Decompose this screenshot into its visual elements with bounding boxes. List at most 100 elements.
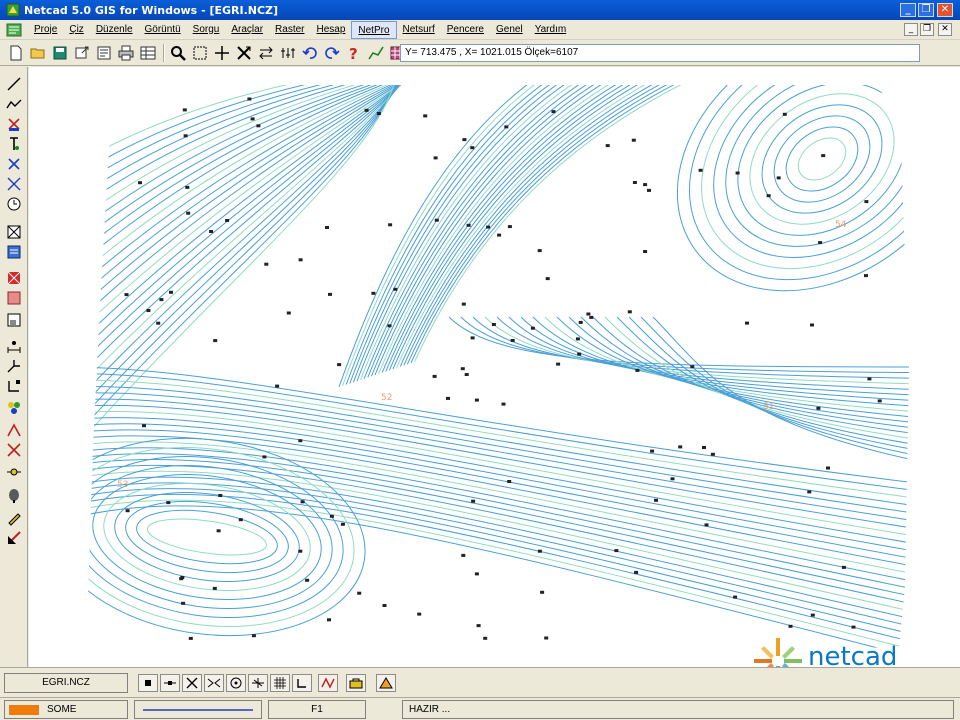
- redo-button[interactable]: [322, 43, 342, 63]
- print-button[interactable]: [116, 43, 136, 63]
- node-tool[interactable]: [5, 463, 23, 481]
- snap-center-button[interactable]: [226, 674, 246, 692]
- mdi-restore-button[interactable]: ❐: [920, 23, 934, 36]
- drawing-tab[interactable]: EGRI.NCZ: [4, 673, 128, 693]
- group-tool[interactable]: [5, 399, 23, 417]
- contour-line: [87, 423, 909, 558]
- polyline-button[interactable]: [366, 43, 386, 63]
- close-button[interactable]: ✕: [937, 3, 953, 17]
- menu-sorgu[interactable]: Sorgu: [187, 21, 226, 39]
- contour-line: [472, 316, 909, 380]
- survey-point: [256, 124, 261, 128]
- corner-tool[interactable]: [5, 377, 23, 395]
- menu-yardim[interactable]: Yardım: [529, 21, 573, 39]
- hill-contour: [701, 85, 909, 270]
- pan-button[interactable]: [212, 43, 232, 63]
- toolbar-separator: [163, 43, 165, 62]
- active-layer-cell[interactable]: SOME: [4, 700, 128, 719]
- dimension-tool[interactable]: [5, 337, 23, 355]
- zoom-window-button[interactable]: [190, 43, 210, 63]
- snap-perpendicular-button[interactable]: [204, 674, 224, 692]
- layer-tool[interactable]: [5, 243, 23, 261]
- survey-point: [434, 218, 439, 222]
- pan-cross-icon: [215, 45, 229, 60]
- clock-tool[interactable]: [5, 195, 23, 213]
- survey-point: [474, 398, 479, 402]
- new-file-button[interactable]: [6, 43, 26, 63]
- ortho-toggle-button[interactable]: [292, 674, 312, 692]
- menu-proje[interactable]: Proje: [28, 21, 63, 39]
- attribute-button[interactable]: [278, 43, 298, 63]
- contour-line: [628, 316, 909, 458]
- insert-tool[interactable]: [5, 529, 23, 547]
- area-tool[interactable]: [5, 289, 23, 307]
- menu-goruntu[interactable]: Görüntü: [139, 21, 187, 39]
- delete-box-tool[interactable]: [5, 223, 23, 241]
- menu-araclar[interactable]: Araçlar: [225, 21, 269, 39]
- fill-tool[interactable]: [5, 269, 23, 287]
- print-preview-button[interactable]: [94, 43, 114, 63]
- snap-nearest-button[interactable]: [248, 674, 268, 692]
- symbol-tool[interactable]: [5, 155, 23, 173]
- arrow-tool[interactable]: [5, 175, 23, 193]
- survey-point: [423, 114, 428, 118]
- menu-genel[interactable]: Genel: [490, 21, 529, 39]
- polyline-tool[interactable]: [5, 95, 23, 113]
- menu-duzenle[interactable]: Düzenle: [90, 21, 139, 39]
- survey-point: [371, 291, 376, 295]
- contour-map[interactable]: 54 52 51 53: [29, 67, 960, 667]
- menu-pencere[interactable]: Pencere: [441, 21, 490, 39]
- svg-text:?: ?: [349, 45, 358, 61]
- trace-button[interactable]: [318, 674, 338, 692]
- line-tool[interactable]: [5, 75, 23, 93]
- offset-tool[interactable]: [5, 357, 23, 375]
- layer-icon: [7, 245, 21, 259]
- export-button[interactable]: [72, 43, 92, 63]
- help-button[interactable]: ?: [344, 43, 364, 63]
- save-file-button[interactable]: [50, 43, 70, 63]
- function-key-cell[interactable]: F1: [268, 700, 366, 719]
- hill-contour: [713, 85, 909, 258]
- survey-point: [877, 399, 882, 403]
- menu-raster[interactable]: Raster: [269, 21, 310, 39]
- minimize-button[interactable]: _: [900, 3, 916, 17]
- survey-point: [710, 452, 715, 456]
- contour-line: [370, 85, 665, 377]
- table-button[interactable]: [138, 43, 158, 63]
- intersect-tool[interactable]: [5, 441, 23, 459]
- frame-tool[interactable]: [5, 311, 23, 329]
- point-tool[interactable]: [5, 115, 23, 133]
- pen-tool[interactable]: [5, 509, 23, 527]
- menu-hesap[interactable]: Hesap: [310, 21, 351, 39]
- zoom-button[interactable]: [168, 43, 188, 63]
- snap-intersection-button[interactable]: [182, 674, 202, 692]
- measure-button[interactable]: [256, 43, 276, 63]
- hill-contour: [797, 137, 847, 181]
- layer-lock-button[interactable]: [346, 674, 366, 692]
- menu-netsurf[interactable]: Netsurf: [397, 21, 441, 39]
- tree-tool[interactable]: [5, 487, 23, 505]
- snap-end-button[interactable]: [138, 674, 158, 692]
- menu-netpro[interactable]: NetPro: [351, 20, 397, 39]
- document-icon[interactable]: [6, 23, 22, 37]
- snap-tool-button[interactable]: [234, 43, 254, 63]
- open-file-button[interactable]: [28, 43, 48, 63]
- alert-button[interactable]: [376, 674, 396, 692]
- lock-layer-icon: [349, 678, 363, 689]
- restore-button[interactable]: ❐: [918, 3, 934, 17]
- mdi-minimize-button[interactable]: _: [904, 23, 918, 36]
- map-canvas[interactable]: 54 52 51 53: [29, 67, 960, 667]
- triangle-tool[interactable]: [5, 421, 23, 439]
- menu-ciz[interactable]: Çiz: [63, 21, 89, 39]
- title-bar[interactable]: Netcad 5.0 GIS for Windows - [EGRI.NCZ] …: [0, 0, 960, 20]
- point-marker-icon: [8, 118, 20, 131]
- insert-arrow-icon: [8, 531, 21, 544]
- text-tool[interactable]: [5, 135, 23, 153]
- grid-toggle-button[interactable]: [270, 674, 290, 692]
- undo-button[interactable]: [300, 43, 320, 63]
- mdi-close-button[interactable]: ✕: [938, 23, 952, 36]
- snap-mid-button[interactable]: [160, 674, 180, 692]
- survey-point: [826, 466, 830, 470]
- line-style-cell[interactable]: [134, 700, 262, 719]
- survey-point: [364, 108, 369, 112]
